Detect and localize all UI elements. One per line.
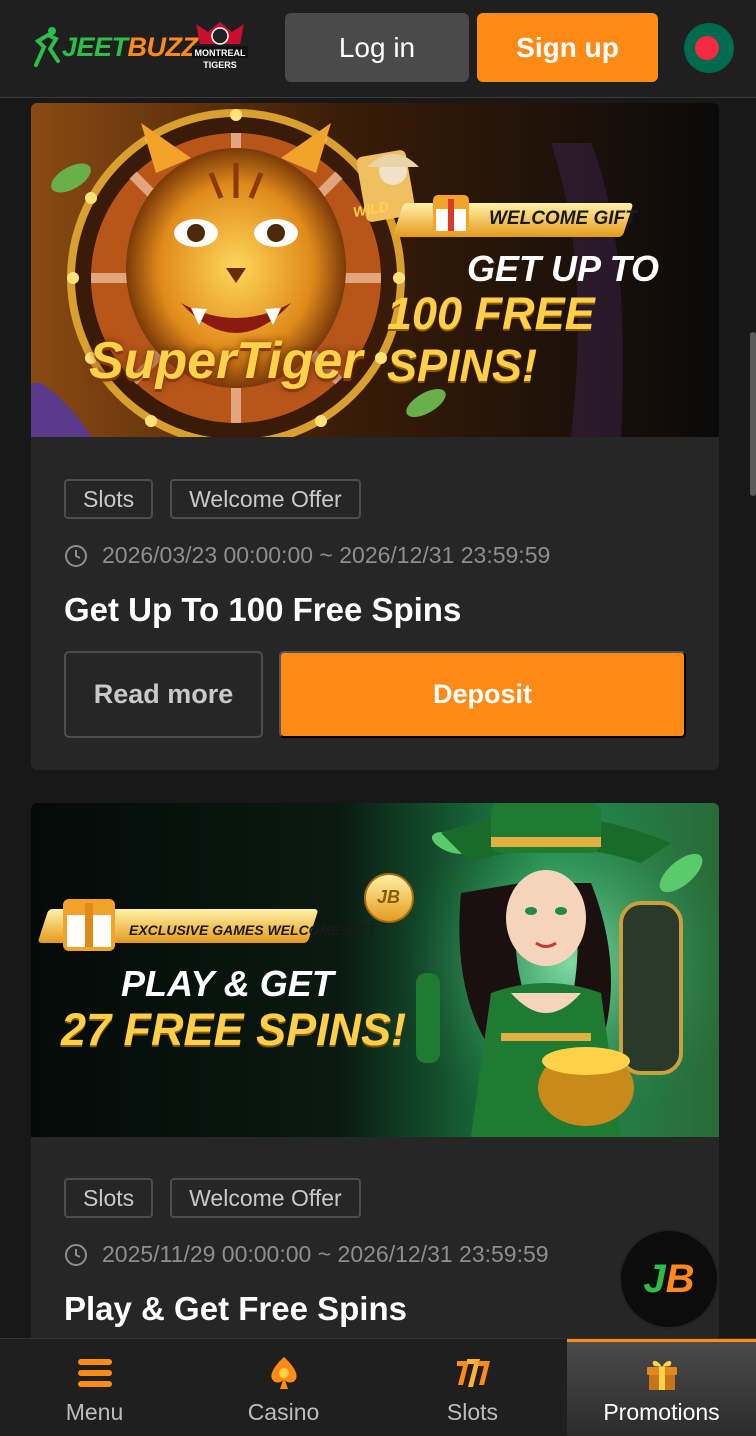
nav-label: Menu bbox=[65, 1399, 124, 1425]
nav-item-menu[interactable]: Menu bbox=[0, 1339, 189, 1436]
top-header: JEETBUZZ MONTREAL TIGERS Log in Sign up bbox=[0, 0, 756, 98]
nav-item-promotions[interactable]: Promotions bbox=[567, 1339, 756, 1436]
runner-icon bbox=[34, 27, 60, 67]
promotion-card: JB EXCLUSIVE GAMES WELCOME GIFT PLAY & G… bbox=[31, 803, 719, 1363]
clock-icon bbox=[65, 1243, 87, 1266]
fab-letter-b: B bbox=[665, 1256, 695, 1301]
clock-icon bbox=[65, 544, 87, 567]
tag-slots: Slots bbox=[64, 1178, 154, 1218]
date-range: 2026/03/23 00:00:00 ~ 2026/12/31 23:59:5… bbox=[102, 542, 551, 568]
bottom-navigation: Menu Casino Slots Promotions bbox=[0, 1338, 756, 1436]
page-scrollbar[interactable] bbox=[750, 332, 756, 496]
exclusive-gift-badge: EXCLUSIVE GAMES WELCOME GIFT bbox=[129, 922, 377, 938]
slots-777-icon bbox=[456, 1359, 490, 1387]
nav-item-slots[interactable]: Slots bbox=[378, 1339, 567, 1436]
promotion-title: Get Up To 100 Free Spins bbox=[64, 591, 462, 628]
promotion-banner[interactable]: SuperTiger WILD WELCOME GIFT GET UP TO 1… bbox=[31, 103, 719, 437]
jb-floating-button[interactable]: JB bbox=[619, 1229, 719, 1329]
promotion-banner[interactable]: JB EXCLUSIVE GAMES WELCOME GIFT PLAY & G… bbox=[31, 803, 719, 1137]
svg-text:TIGERS: TIGERS bbox=[203, 60, 237, 70]
promotion-title: Play & Get Free Spins bbox=[64, 1290, 407, 1327]
montreal-tigers-logo: MONTREAL TIGERS bbox=[192, 22, 248, 70]
svg-text:MONTREAL: MONTREAL bbox=[195, 48, 246, 58]
banner-headline: GET UP TO bbox=[467, 248, 660, 289]
nav-label: Casino bbox=[247, 1399, 320, 1425]
coin-logo: JB bbox=[377, 887, 401, 907]
jeetbuzz-logo[interactable]: JEETBUZZ bbox=[30, 22, 198, 72]
promotion-date: 2025/11/29 00:00:00 ~ 2026/12/31 23:59:5… bbox=[64, 1241, 549, 1268]
promotion-card: SuperTiger WILD WELCOME GIFT GET UP TO 1… bbox=[31, 103, 719, 770]
banner-subheadline: 27 FREE SPINS! bbox=[61, 1004, 407, 1055]
login-button[interactable]: Log in bbox=[285, 13, 469, 82]
nav-label: Slots bbox=[446, 1399, 499, 1425]
signup-button[interactable]: Sign up bbox=[477, 13, 658, 82]
nav-label: Promotions bbox=[603, 1399, 720, 1425]
promotion-tags: Slots Welcome Offer bbox=[64, 1178, 361, 1218]
logo-wordmark: JEETBUZZ bbox=[62, 31, 198, 62]
spade-icon bbox=[270, 1357, 297, 1389]
banner-headline: PLAY & GET bbox=[121, 963, 334, 1004]
promotion-date: 2026/03/23 00:00:00 ~ 2026/12/31 23:59:5… bbox=[64, 542, 550, 569]
tag-welcome-offer: Welcome Offer bbox=[170, 479, 361, 519]
date-range: 2025/11/29 00:00:00 ~ 2026/12/31 23:59:5… bbox=[102, 1241, 549, 1267]
promotions-page: JEETBUZZ MONTREAL TIGERS Log in Sign up bbox=[0, 0, 756, 1436]
tag-welcome-offer: Welcome Offer bbox=[170, 1178, 361, 1218]
bangladesh-flag-icon[interactable] bbox=[684, 23, 734, 73]
supertiger-logo: SuperTiger bbox=[89, 332, 363, 390]
deposit-button[interactable]: Deposit bbox=[279, 651, 686, 738]
hamburger-icon bbox=[77, 1359, 112, 1387]
read-more-button[interactable]: Read more bbox=[64, 651, 263, 738]
promotion-tags: Slots Welcome Offer bbox=[64, 479, 361, 519]
banner-subheadline: 100 FREE SPINS! bbox=[387, 288, 595, 391]
tag-slots: Slots bbox=[64, 479, 154, 519]
fab-letter-j: J bbox=[643, 1256, 666, 1301]
gift-icon bbox=[646, 1360, 677, 1390]
nav-item-casino[interactable]: Casino bbox=[189, 1339, 378, 1436]
welcome-gift-badge: WELCOME GIFT bbox=[489, 208, 637, 229]
